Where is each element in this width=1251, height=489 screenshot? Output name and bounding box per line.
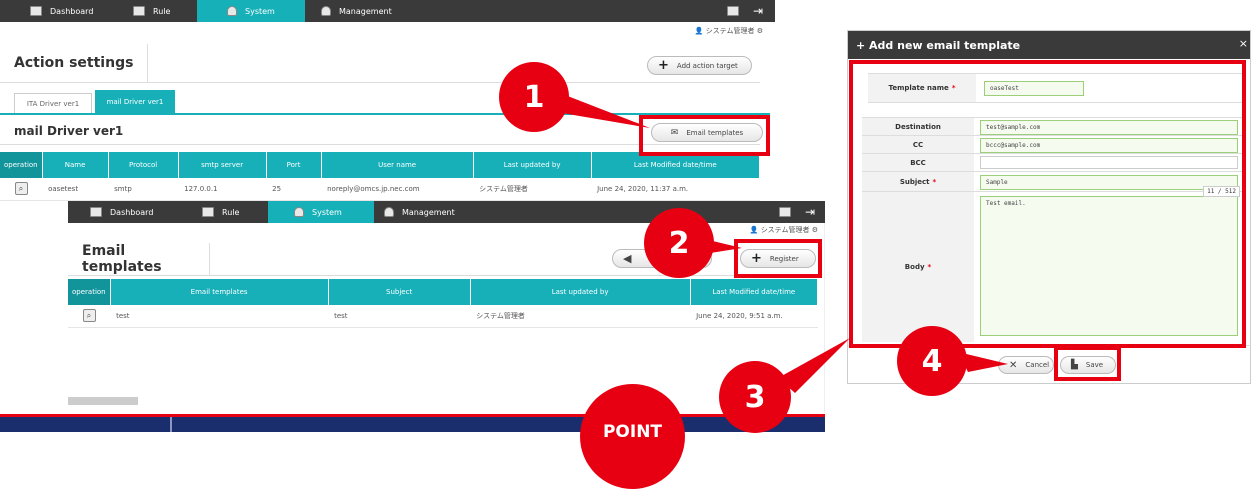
step-4-badge: 4 — [897, 326, 967, 396]
pointer-1 — [556, 95, 650, 128]
callout-pointers — [556, 95, 1008, 393]
step-3-badge: 3 — [719, 361, 791, 433]
step-1-badge: 1 — [499, 62, 569, 132]
step-2-badge: 2 — [644, 208, 714, 278]
